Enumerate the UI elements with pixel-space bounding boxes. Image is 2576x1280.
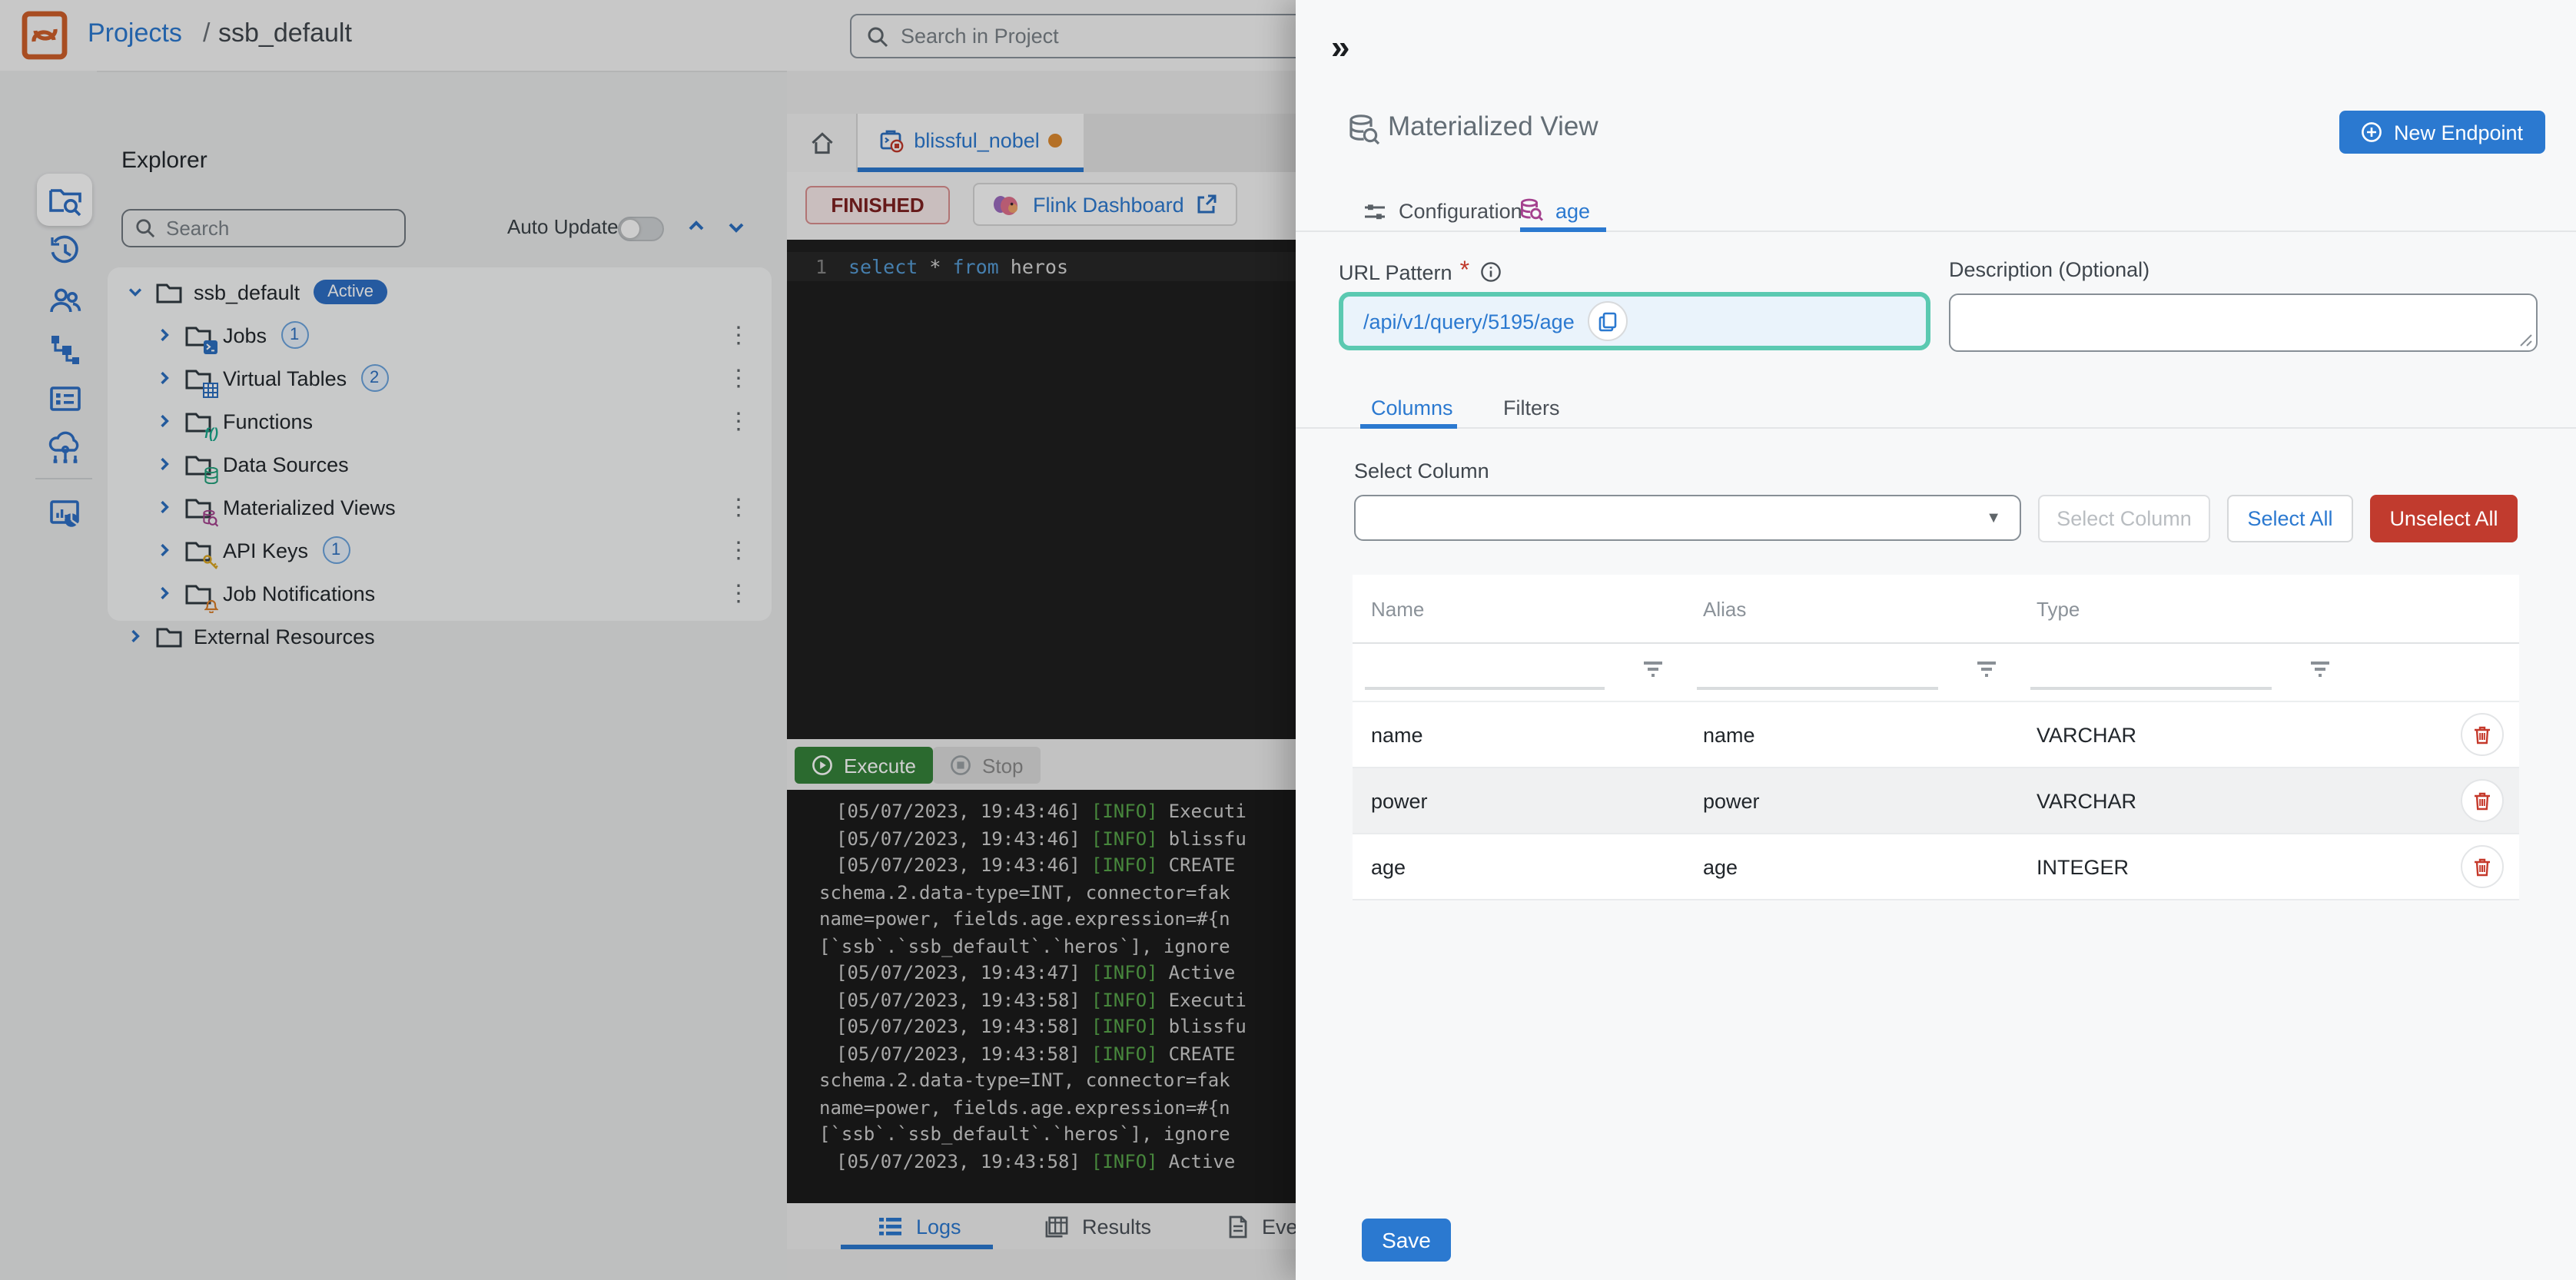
copy-icon (1599, 311, 1618, 331)
cell-name: age (1371, 855, 1406, 878)
collapse-drawer-icon[interactable]: » (1331, 28, 1350, 68)
materialized-view-drawer: » Materialized View New Endpoint Configu… (1296, 0, 2576, 1280)
description-textarea[interactable] (1949, 293, 2538, 352)
app-root: Projects / ssb_default Search in Project (0, 0, 2576, 1280)
table-row-name[interactable]: name name VARCHAR (1353, 702, 2519, 768)
active-tab-underline (1360, 424, 1457, 429)
unselect-all-button[interactable]: Unselect All (2370, 495, 2518, 542)
type-filter-input[interactable] (2018, 644, 2352, 701)
drawer-mask[interactable] (0, 0, 1296, 1280)
cell-alias: name (1703, 723, 1755, 746)
column-header-type: Type (2037, 597, 2080, 620)
table-filter-row (1353, 644, 2519, 702)
description-label: Description (Optional) (1949, 258, 2150, 281)
tab-columns[interactable]: Columns (1371, 396, 1453, 419)
materialized-view-age-icon (1520, 198, 1543, 221)
chevron-down-icon: ▼ (1986, 509, 2001, 526)
active-tab-underline (1520, 227, 1606, 232)
trash-icon (2475, 857, 2490, 876)
save-button[interactable]: Save (1362, 1219, 1451, 1262)
filter-icon[interactable] (1643, 661, 1663, 678)
tabs-divider (1296, 230, 2576, 232)
trash-icon (2475, 725, 2490, 744)
columns-table: Name Alias Type name name VARCHAR power … (1353, 575, 2519, 900)
columns-tabs-divider (1296, 427, 2576, 429)
trash-icon (2475, 791, 2490, 810)
cell-alias: age (1703, 855, 1738, 878)
column-header-alias: Alias (1703, 597, 1747, 620)
tab-configuration[interactable]: Configuration (1363, 200, 1522, 223)
tab-filters[interactable]: Filters (1503, 396, 1560, 419)
configuration-sliders-icon (1365, 204, 1385, 219)
select-column-label: Select Column (1354, 459, 1489, 482)
url-pattern-label-row: URL Pattern * (1339, 258, 1502, 286)
new-endpoint-button[interactable]: New Endpoint (2339, 111, 2545, 154)
cell-name: name (1371, 723, 1423, 746)
delete-row-button[interactable] (2461, 713, 2504, 756)
select-all-button[interactable]: Select All (2227, 495, 2353, 542)
name-filter-input[interactable] (1353, 644, 1685, 701)
materialized-view-icon (1348, 114, 1380, 146)
tab-age[interactable]: age (1520, 198, 1590, 223)
filter-icon[interactable] (1977, 661, 1997, 678)
delete-row-button[interactable] (2461, 779, 2504, 822)
cell-name: power (1371, 789, 1428, 812)
info-icon[interactable] (1480, 261, 1502, 283)
select-column-button[interactable]: Select Column (2038, 495, 2210, 542)
cell-type: INTEGER (2037, 855, 2130, 878)
url-pattern-field[interactable]: /api/v1/query/5195/age (1339, 292, 1930, 350)
copy-url-button[interactable] (1588, 301, 1628, 341)
cell-type: VARCHAR (2037, 723, 2137, 746)
cell-type: VARCHAR (2037, 789, 2137, 812)
resize-handle-icon[interactable] (2519, 333, 2533, 347)
filter-icon[interactable] (2310, 661, 2330, 678)
delete-row-button[interactable] (2461, 845, 2504, 888)
column-header-name: Name (1371, 597, 1425, 620)
drawer-title: Materialized View (1388, 111, 1598, 141)
table-row-power[interactable]: power power VARCHAR (1353, 768, 2519, 834)
select-column-dropdown[interactable]: ▼ (1354, 495, 2021, 541)
alias-filter-input[interactable] (1685, 644, 2018, 701)
table-row-age[interactable]: age age INTEGER (1353, 834, 2519, 900)
table-header-row: Name Alias Type (1353, 575, 2519, 644)
url-pattern-value: /api/v1/query/5195/age (1363, 310, 1575, 333)
cell-alias: power (1703, 789, 1760, 812)
plus-circle-icon (2362, 122, 2382, 142)
